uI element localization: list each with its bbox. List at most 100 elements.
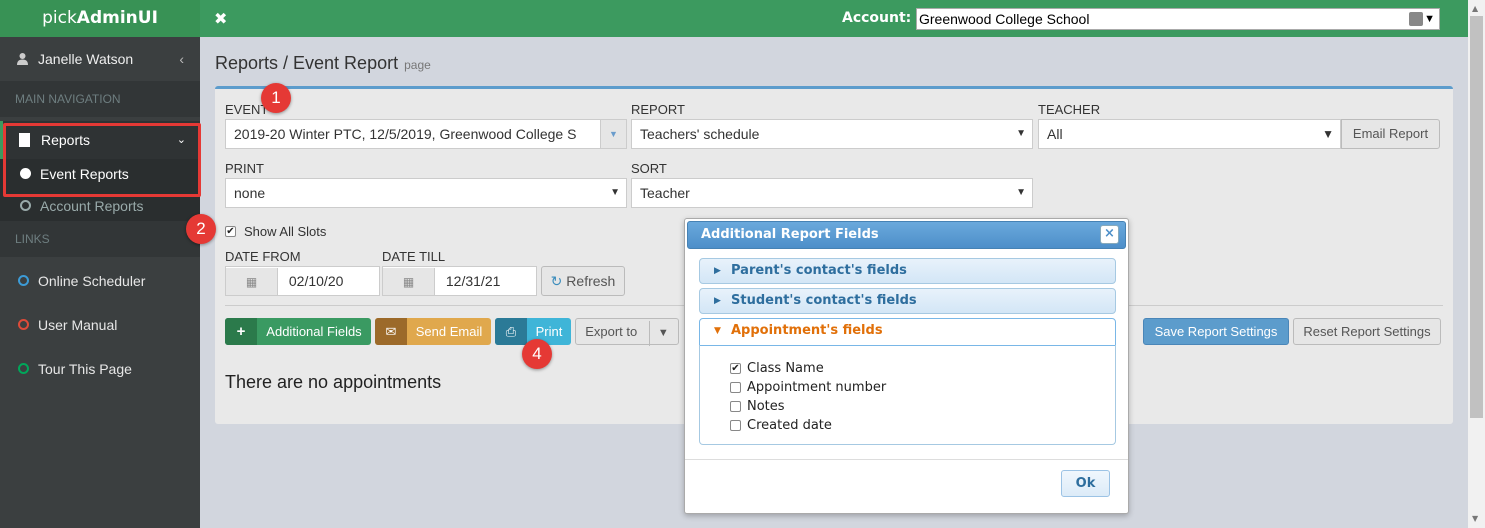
- print-select[interactable]: none ▼: [225, 178, 627, 208]
- circle-icon: [18, 275, 29, 286]
- report-label: REPORT: [631, 102, 685, 117]
- accordion-students-contact[interactable]: ▶ Student's contact's fields: [699, 288, 1116, 314]
- dropdown-arrow-icon: ▼: [648, 321, 669, 346]
- dropdown-arrow-icon: ▼: [610, 187, 620, 198]
- additional-fields-button[interactable]: + Additional Fields: [225, 318, 371, 345]
- sidebar-item-label: Account Reports: [40, 198, 144, 214]
- sort-select[interactable]: Teacher ▼: [631, 178, 1033, 208]
- additional-fields-label: Additional Fields: [266, 324, 362, 339]
- dialog-title: Additional Report Fields: [701, 227, 879, 242]
- dialog-divider: [685, 459, 1128, 460]
- plus-icon: +: [225, 318, 257, 345]
- main-nav-header: MAIN NAVIGATION: [0, 81, 200, 117]
- triangle-right-icon: ▶: [714, 266, 721, 276]
- page-title-text: Reports / Event Report: [215, 53, 399, 73]
- account-value: Greenwood College School: [919, 11, 1090, 27]
- print-label: PRINT: [225, 161, 264, 176]
- calendar-icon[interactable]: ▦: [383, 268, 435, 295]
- sidebar-item-online-scheduler[interactable]: Online Scheduler: [0, 259, 200, 303]
- user-panel[interactable]: Janelle Watson ‹: [0, 37, 200, 81]
- account-badge-icon: [1409, 12, 1423, 26]
- dropdown-arrow-icon[interactable]: ▼: [600, 120, 626, 148]
- accordion-appointment[interactable]: ▼ Appointment's fields: [699, 318, 1116, 346]
- circle-icon: [18, 319, 29, 330]
- page-title-small: page: [404, 58, 431, 72]
- page-title: Reports / Event Report page: [215, 53, 431, 74]
- reset-report-settings-button[interactable]: Reset Report Settings: [1293, 318, 1441, 345]
- account-label: Account:: [842, 10, 912, 26]
- notes-checkbox[interactable]: [730, 401, 741, 412]
- sidebar-item-label: User Manual: [38, 317, 118, 333]
- export-to-dropdown[interactable]: Export to ▼: [575, 318, 679, 346]
- event-value: 2019-20 Winter PTC, 12/5/2019, Greenwood…: [234, 126, 577, 142]
- teacher-label: TEACHER: [1038, 102, 1101, 117]
- save-report-settings-button[interactable]: Save Report Settings: [1143, 318, 1289, 345]
- scroll-down-icon[interactable]: ▼: [1472, 514, 1478, 523]
- class-name-checkbox[interactable]: ✔: [730, 363, 741, 374]
- user-icon: [17, 53, 28, 65]
- printer-icon: ⎙: [495, 318, 527, 345]
- triangle-down-icon: ▼: [714, 326, 721, 336]
- step-badge-4: 4: [522, 339, 552, 369]
- sidebar-item-tour-this-page[interactable]: Tour This Page: [0, 347, 200, 391]
- date-till-label: DATE TILL: [382, 249, 446, 264]
- accordion-label: Student's contact's fields: [731, 293, 917, 308]
- additional-fields-dialog: Additional Report Fields × ▶ Parent's co…: [684, 218, 1129, 514]
- sidebar-item-label: Tour This Page: [38, 361, 132, 377]
- scroll-up-icon[interactable]: ▲: [1472, 4, 1478, 13]
- ok-button[interactable]: Ok: [1061, 470, 1110, 497]
- logo-prefix: pick: [42, 8, 77, 28]
- appointment-number-label: Appointment number: [747, 380, 887, 395]
- dropdown-arrow-icon: ▼: [1016, 128, 1026, 139]
- links-header: LINKS: [0, 221, 200, 257]
- dropdown-arrow-icon: ▼: [1322, 127, 1334, 141]
- account-select[interactable]: Greenwood College School ▼: [916, 8, 1440, 30]
- scrollbar[interactable]: ▲ ▼: [1468, 0, 1485, 528]
- empty-message: There are no appointments: [225, 372, 442, 392]
- date-from-value: 02/10/20: [288, 273, 344, 289]
- triangle-right-icon: ▶: [714, 296, 721, 306]
- event-select[interactable]: 2019-20 Winter PTC, 12/5/2019, Greenwood…: [225, 119, 627, 149]
- date-till-field[interactable]: ▦ 12/31/21: [382, 266, 537, 296]
- refresh-button[interactable]: ↻ Refresh: [541, 266, 625, 296]
- show-all-slots-checkbox[interactable]: ✔: [225, 226, 236, 237]
- sort-value: Teacher: [640, 185, 690, 201]
- sidebar-item-user-manual[interactable]: User Manual: [0, 303, 200, 347]
- circle-icon: [20, 200, 31, 211]
- notes-label: Notes: [747, 399, 785, 414]
- send-email-label: Send Email: [415, 324, 483, 339]
- dropdown-arrow-icon: ▼: [1016, 187, 1026, 198]
- dropdown-arrow-icon: ▼: [1424, 13, 1435, 25]
- step-badge-2: 2: [186, 214, 216, 244]
- chevron-left-icon[interactable]: ‹: [179, 37, 184, 81]
- sidebar-item-label: Online Scheduler: [38, 273, 146, 289]
- report-select[interactable]: Teachers' schedule ▼: [631, 119, 1033, 149]
- sidebar: Janelle Watson ‹ MAIN NAVIGATION Reports…: [0, 37, 200, 528]
- sort-label: SORT: [631, 161, 667, 176]
- app-logo[interactable]: pickAdminUI: [0, 0, 200, 37]
- teacher-select[interactable]: All ▼: [1038, 119, 1341, 149]
- date-from-label: DATE FROM: [225, 249, 301, 264]
- logo-bold: AdminUI: [76, 8, 158, 28]
- accordion-parents-contact[interactable]: ▶ Parent's contact's fields: [699, 258, 1116, 284]
- user-name: Janelle Watson: [38, 51, 134, 67]
- date-till-value: 12/31/21: [445, 273, 501, 289]
- class-name-label: Class Name: [747, 361, 824, 376]
- created-date-label: Created date: [747, 418, 832, 433]
- calendar-icon[interactable]: ▦: [226, 268, 278, 295]
- print-value: none: [234, 185, 266, 201]
- sidebar-toggle-icon[interactable]: ✖: [214, 9, 227, 28]
- close-icon[interactable]: ×: [1100, 225, 1119, 244]
- date-from-field[interactable]: ▦ 02/10/20: [225, 266, 380, 296]
- scroll-thumb[interactable]: [1470, 16, 1483, 418]
- export-to-label: Export to: [585, 324, 638, 339]
- email-report-button[interactable]: Email Report: [1341, 119, 1440, 149]
- send-email-button[interactable]: ✉ Send Email: [375, 318, 491, 345]
- circle-icon: [18, 363, 29, 374]
- accordion-label: Parent's contact's fields: [731, 263, 907, 278]
- teacher-value: All: [1047, 126, 1063, 142]
- created-date-checkbox[interactable]: [730, 420, 741, 431]
- highlight-box: [3, 123, 201, 197]
- refresh-label: Refresh: [566, 273, 616, 289]
- appointment-number-checkbox[interactable]: [730, 382, 741, 393]
